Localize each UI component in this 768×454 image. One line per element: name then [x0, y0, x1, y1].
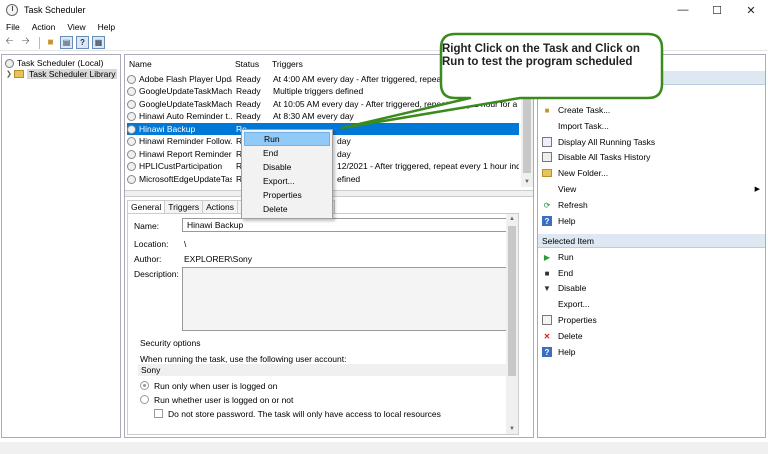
- callout-text: Right Click on the Task and Click on Run…: [442, 43, 640, 68]
- status-strip: [0, 442, 768, 454]
